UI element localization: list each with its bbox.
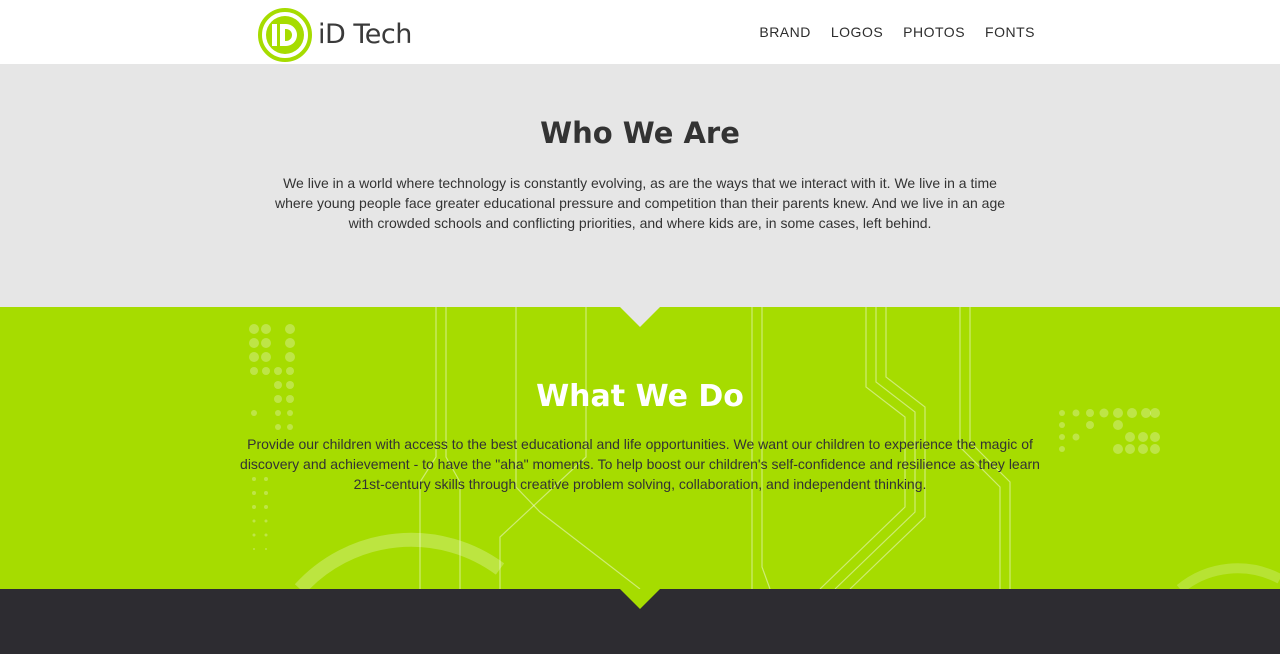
what-we-do-heading: What We Do xyxy=(536,379,744,414)
who-we-are-text: We live in a world where technology is c… xyxy=(274,175,1006,231)
who-we-are-section: Who We Are We live in a world where tech… xyxy=(0,64,1280,307)
section-divider-arrow xyxy=(620,307,660,327)
what-we-do-section: What We Do Provide our children with acc… xyxy=(0,307,1280,589)
who-we-are-heading: Who We Are xyxy=(540,116,740,150)
logo-badge-icon xyxy=(256,6,314,70)
nav-item-brand[interactable]: BRAND xyxy=(759,24,811,40)
brand-name: iD Tech xyxy=(318,18,412,50)
nav-item-photos[interactable]: PHOTOS xyxy=(903,24,965,40)
main-nav: BRAND LOGOS PHOTOS FONTS xyxy=(759,24,1035,40)
what-we-do-text: Provide our children with access to the … xyxy=(240,436,1040,492)
nav-item-fonts[interactable]: FONTS xyxy=(985,24,1035,40)
section-divider-arrow xyxy=(620,589,660,609)
brand-logo[interactable]: iD Tech xyxy=(256,6,412,70)
nav-item-logos[interactable]: LOGOS xyxy=(831,24,883,40)
site-header: iD Tech BRAND LOGOS PHOTOS FONTS xyxy=(0,0,1280,64)
